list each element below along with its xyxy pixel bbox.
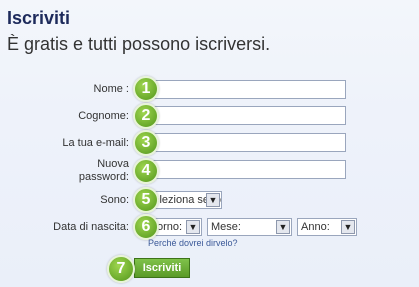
step-badge-5: 5 (133, 187, 159, 213)
cognome-input[interactable] (140, 106, 346, 125)
cognome-row: Cognome: 2 (0, 103, 419, 129)
email-input[interactable] (140, 133, 346, 152)
anno-select-value: Anno: (301, 221, 330, 233)
page-subtitle: È gratis e tutti possono iscriversi. (7, 34, 271, 54)
chevron-down-icon: ▼ (206, 193, 220, 207)
step-badge-2: 2 (133, 103, 159, 129)
step-badge-7: 7 (107, 255, 135, 283)
password-label-line1: Nuova (97, 158, 129, 170)
password-label: Nuova password: (79, 158, 129, 184)
mese-select-value: Mese: (211, 221, 241, 233)
nome-label: Nome : (93, 83, 129, 95)
sesso-row: Sono: Seleziona sesso: ▼ 5 (0, 187, 419, 213)
step-badge-4: 4 (133, 158, 159, 184)
why-link[interactable]: Perché dovrei dirvelo? (148, 238, 238, 248)
anno-select[interactable]: Anno: ▼ (297, 218, 357, 236)
chevron-down-icon: ▼ (186, 220, 200, 234)
sesso-label: Sono: (100, 194, 129, 206)
chevron-down-icon: ▼ (276, 220, 290, 234)
email-row: La tua e-mail: 3 (0, 130, 419, 156)
chevron-down-icon: ▼ (341, 220, 355, 234)
step-badge-1: 1 (133, 76, 159, 102)
cognome-label: Cognome: (78, 110, 129, 122)
page-title: Iscriviti (7, 8, 71, 28)
mese-select[interactable]: Mese: ▼ (207, 218, 292, 236)
step-badge-6: 6 (133, 214, 159, 240)
nascita-row: Data di nascita: Giorno: ▼ Mese: ▼ Anno:… (0, 214, 419, 240)
nome-input[interactable] (140, 80, 346, 99)
nome-row: Nome : 1 (0, 76, 419, 102)
email-label: La tua e-mail: (62, 137, 129, 149)
password-label-line2: password: (78, 171, 129, 183)
password-row: Nuova password: 4 (0, 158, 419, 186)
step-badge-3: 3 (133, 130, 159, 156)
submit-button[interactable]: Iscriviti (134, 258, 190, 278)
password-input[interactable] (140, 160, 346, 179)
nascita-label: Data di nascita: (53, 221, 129, 233)
